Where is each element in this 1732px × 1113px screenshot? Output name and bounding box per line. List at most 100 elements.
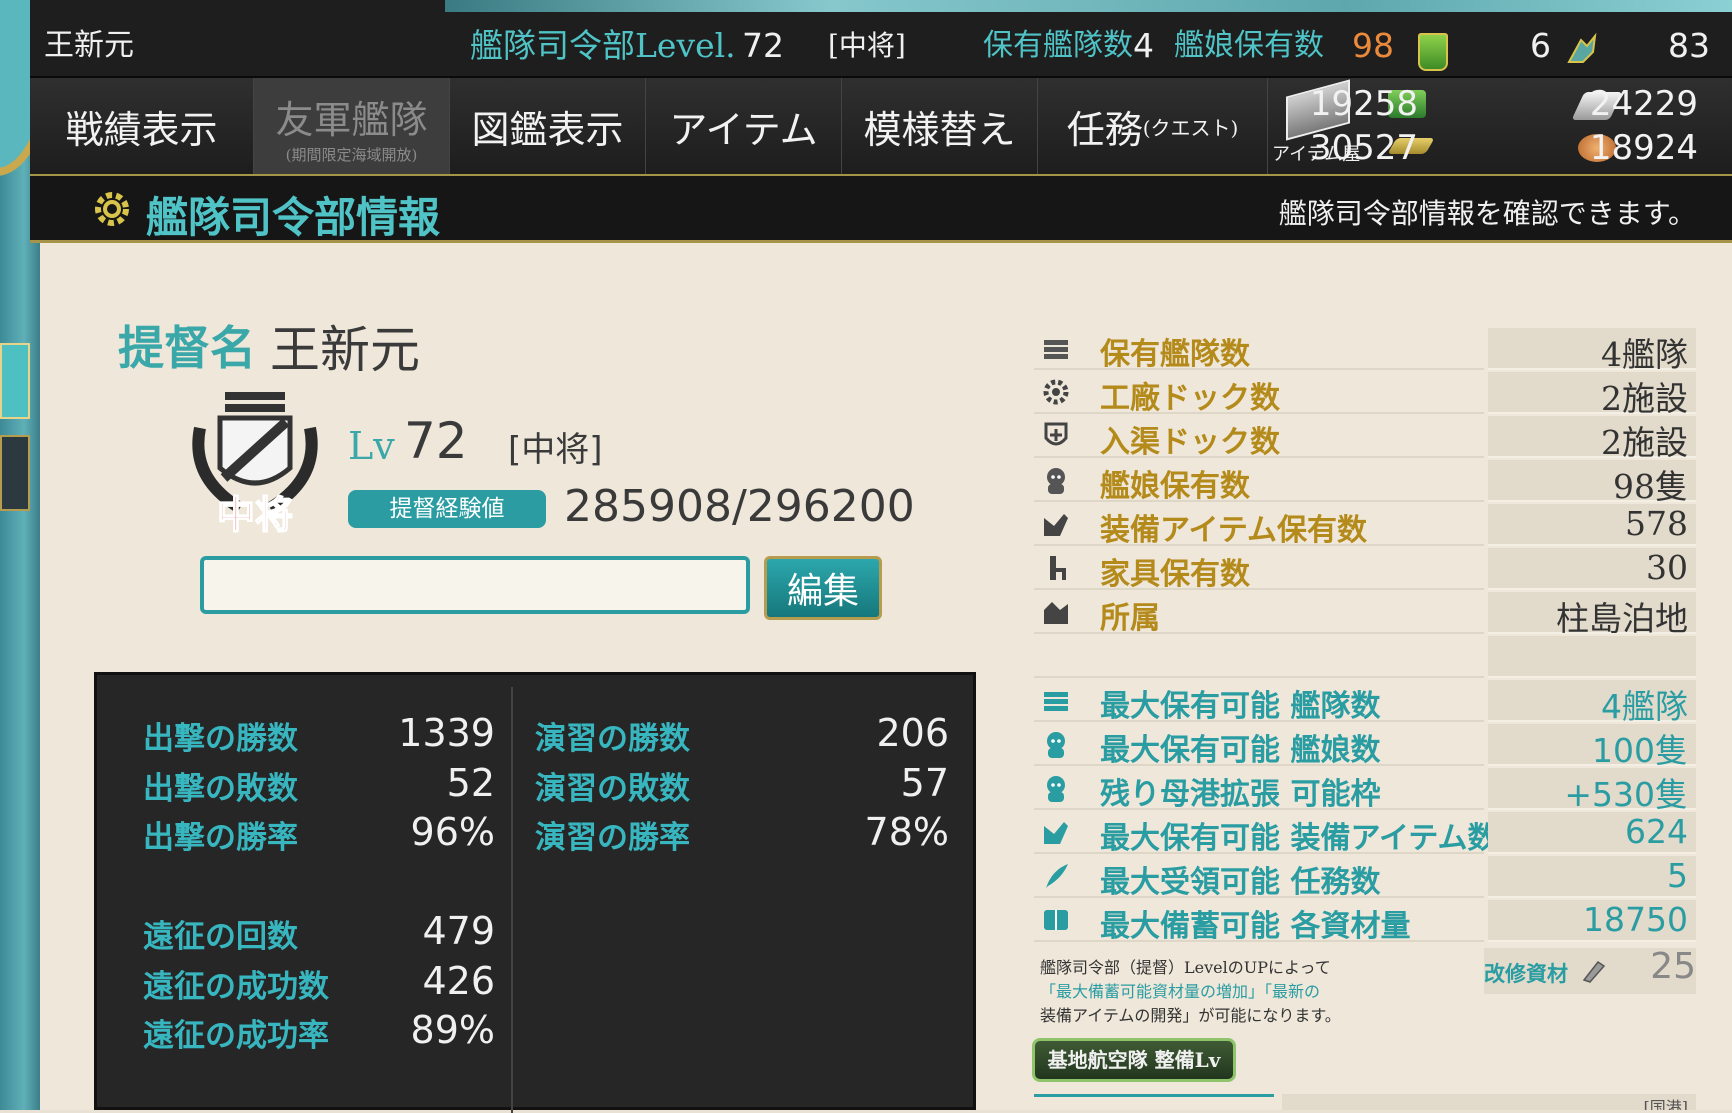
info-label-cell: 残り母港拡張 可能枠 <box>1034 768 1484 812</box>
info-blank-row <box>1034 636 1696 678</box>
dev-material-value: 6 <box>1530 26 1551 65</box>
nav-label: 模様替え <box>863 107 1016 152</box>
level-up-note: 艦隊司令部（提督）LevelのUPによって 「最大備蓄可能資材量の増加」「最新の… <box>1040 956 1341 1028</box>
nav-items[interactable]: アイテム <box>646 78 842 174</box>
info-label-cell <box>1034 636 1484 678</box>
info-value: 98隻 <box>1613 467 1688 506</box>
exercise-losses-label: 演習の敗数 <box>535 771 690 807</box>
admiral-name: 王新元 <box>270 321 420 379</box>
sortie-losses-label: 出撃の敗数 <box>143 771 298 807</box>
info-value: 柱島泊地 <box>1556 599 1688 638</box>
repair-cross-icon <box>1044 422 1068 446</box>
page-description: 艦隊司令部情報を確認できます。 <box>1278 197 1696 230</box>
info-label: 所属 <box>1100 601 1160 636</box>
player-name: 王新元 <box>44 28 134 63</box>
chair-icon <box>1050 556 1066 580</box>
info-label-cell: 工廠ドック数 <box>1034 372 1484 416</box>
info-label: 家具保有数 <box>1100 557 1250 592</box>
info-row: 所属 柱島泊地 <box>1034 592 1696 638</box>
info-label-cell: 艦娘保有数 <box>1034 460 1484 504</box>
fleet-count-value: 4 <box>1133 26 1154 65</box>
side-tab-lower[interactable] <box>0 435 30 511</box>
level-label: Lv <box>348 424 395 468</box>
sortie-wins-label: 出撃の勝数 <box>143 721 298 757</box>
nav-battle-record[interactable]: 戦績表示 <box>30 78 254 174</box>
lbas-maintenance-button[interactable]: 基地航空隊 整備Lv <box>1032 1038 1236 1082</box>
info-value-cell <box>1488 636 1696 678</box>
book-icon <box>1044 910 1068 930</box>
bottom-row-label <box>1034 1094 1274 1110</box>
exercise-rate-label: 演習の勝率 <box>535 820 690 856</box>
info-value-cell: 624 <box>1488 812 1696 854</box>
expedition-success-label: 遠征の成功数 <box>143 969 329 1005</box>
info-row: 最大保有可能 艦娘数 100隻 <box>1034 724 1696 770</box>
bottom-row-value-cell: [国港] <box>1282 1094 1696 1110</box>
admiral-name-label: 提督名 <box>118 321 256 375</box>
info-value: 578 <box>1625 504 1688 543</box>
exp-badge: 提督経験値 <box>348 490 546 528</box>
info-value-cell: 2施設 <box>1488 416 1696 462</box>
expedition-rate-label: 遠征の成功率 <box>143 1018 329 1054</box>
info-row: 家具保有数 30 <box>1034 548 1696 592</box>
note-line: 装備アイテムの開発」が可能になります。 <box>1040 1006 1341 1025</box>
hq-level-value: 72 <box>742 26 784 65</box>
note-line: 艦隊司令部（提督）LevelのUPによって <box>1040 958 1331 977</box>
level-rank: [中将] <box>508 430 603 470</box>
stats-divider <box>511 687 513 1113</box>
info-value: 18750 <box>1583 900 1688 939</box>
shipgirl-icon <box>1047 776 1065 802</box>
info-label: 最大受領可能 任務数 <box>1100 865 1381 900</box>
sortie-wins-value: 1339 <box>398 711 495 755</box>
info-row: 工廠ドック数 2施設 <box>1034 372 1696 418</box>
rank-emblem-text: 中将 <box>217 492 293 537</box>
info-label: 工廠ドック数 <box>1100 381 1280 416</box>
nav-quests[interactable]: 任務 (クエスト) <box>1038 78 1268 174</box>
main-nav-bar: 戦績表示 友軍艦隊 (期間限定海域開放) 図鑑表示 アイテム 模様替え 任務 (… <box>30 78 1732 177</box>
ammo-value: 24229 <box>1589 84 1698 124</box>
info-label-cell: 最大受領可能 任務数 <box>1034 856 1484 900</box>
info-value-cell: 5 <box>1488 856 1696 898</box>
fleet-count-label: 保有艦隊数 <box>983 28 1133 63</box>
level-value: 72 <box>404 412 468 470</box>
nav-friend-fleet[interactable]: 友軍艦隊 (期間限定海域開放) <box>254 78 450 174</box>
expedition-count-label: 遠征の回数 <box>143 919 298 955</box>
rank-emblem-icon: 中将 <box>192 392 318 538</box>
nav-furniture[interactable]: 模様替え <box>842 78 1038 174</box>
exercise-rate-value: 78% <box>864 810 949 854</box>
info-value-cell: 30 <box>1488 548 1696 590</box>
info-label: 最大保有可能 艦隊数 <box>1100 689 1381 724</box>
nav-encyclopedia[interactable]: 図鑑表示 <box>450 78 646 174</box>
fleet-icon <box>1044 340 1068 359</box>
info-value: 30 <box>1646 548 1688 587</box>
sortie-rate-value: 96% <box>410 810 495 854</box>
info-row: 保有艦隊数 4艦隊 <box>1034 328 1696 374</box>
comment-input[interactable] <box>200 556 750 614</box>
equipment-icon <box>1044 514 1068 536</box>
nav-label: アイテム <box>669 107 818 152</box>
info-value-cell: 578 <box>1488 504 1696 546</box>
bauxite-value: 18924 <box>1589 128 1698 168</box>
info-label-cell: 最大備蓄可能 各資材量 <box>1034 900 1484 944</box>
side-tab-upper[interactable] <box>0 343 30 419</box>
hq-rank: [中将] <box>828 29 906 62</box>
nav-label: 任務 <box>1066 107 1143 152</box>
base-icon <box>1044 602 1068 624</box>
info-label-cell: 最大保有可能 艦娘数 <box>1034 724 1484 768</box>
info-label-cell: 最大保有可能 艦隊数 <box>1034 680 1484 724</box>
info-label: 入渠ドック数 <box>1100 425 1280 460</box>
nav-label: 友軍艦隊 <box>275 97 428 142</box>
info-value: 100隻 <box>1592 731 1688 770</box>
hq-level-label: 艦隊司令部Level. <box>470 26 736 65</box>
info-value-cell: 98隻 <box>1488 460 1696 506</box>
improvement-material-value: 25 <box>1650 946 1696 987</box>
exp-value: 285908/296200 <box>564 481 915 532</box>
section-title-bar: 艦隊司令部情報 艦隊司令部情報を確認できます。 <box>30 176 1732 243</box>
edit-button[interactable]: 編集 <box>764 556 882 620</box>
info-label-cell: 装備アイテム保有数 <box>1034 504 1484 548</box>
sortie-rate-label: 出撃の勝率 <box>143 820 298 856</box>
nav-label: 図鑑表示 <box>471 107 624 152</box>
ship-count-value: 98 <box>1352 26 1394 65</box>
steel-value: 30527 <box>1309 128 1418 168</box>
top-teal-stripe <box>445 0 1732 12</box>
exercise-wins-label: 演習の勝数 <box>535 721 690 757</box>
